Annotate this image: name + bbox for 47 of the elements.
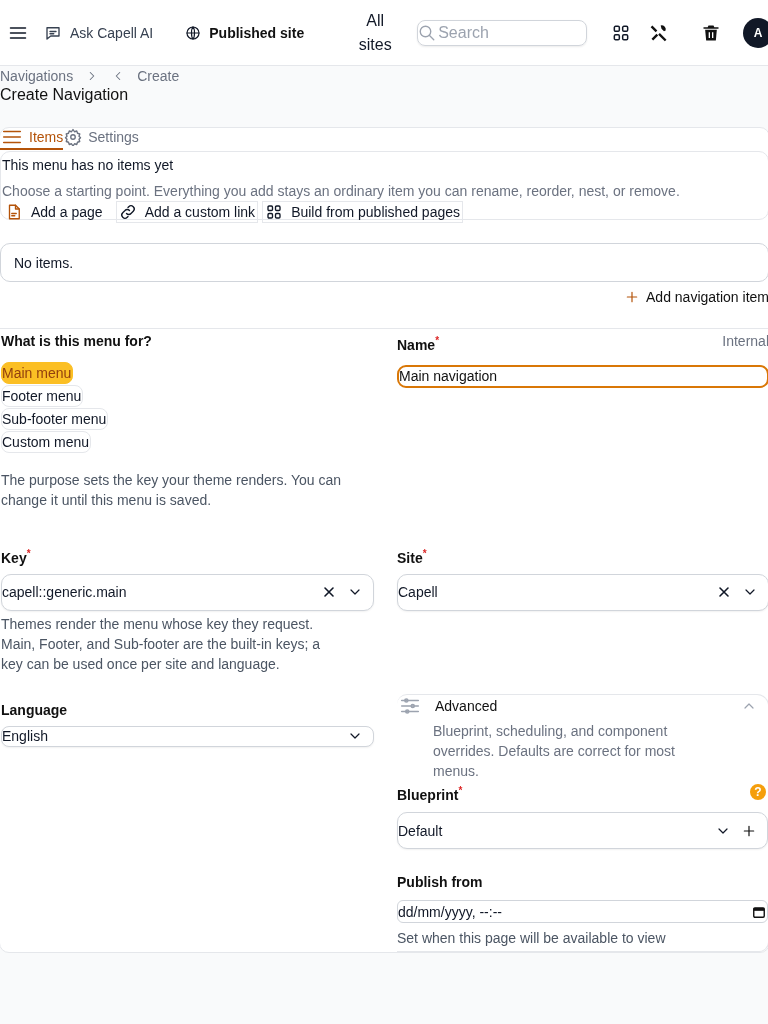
ask-ai-link[interactable]: Ask Capell AI [44,23,154,42]
tab[interactable]: Items [0,126,64,150]
calendar-icon[interactable] [752,904,766,919]
help-text: Themes render the menu whose key they request. Main, Footer, and Sub-footer are the built-in keys; a key can be used once per site and language. [1,614,322,674]
field-label: Publish from [397,874,483,891]
advanced-toggle[interactable]: Advanced [397,694,768,717]
search-field[interactable]: Search [417,19,588,46]
gear-icon [64,128,83,146]
help-text: Set when this page will be available to view [397,929,667,949]
language-select[interactable]: English [1,725,374,747]
user-avatar[interactable]: A [743,17,768,48]
blueprint-select[interactable]: Default [397,812,768,850]
date-time-field[interactable]: dd/mm/yyyy, --:-- [397,900,768,924]
link-icon [118,203,137,221]
empty-state-title: This menu has no items yet [2,156,175,174]
field-label: Name$^{*}$ [397,334,440,355]
tab[interactable]: Settings [63,126,139,150]
advanced-description: Blueprint, scheduling, and component overrides. Defaults are correct for most menus. [433,721,676,781]
grid-icon [265,203,284,221]
globe-icon [185,24,202,41]
field-label: What is this menu for? [1,333,152,349]
search-input[interactable]: Search [438,23,579,42]
field-label: Blueprint$^{*}$ [397,783,463,805]
site-select[interactable]: Capell [397,573,768,611]
search-icon [418,23,437,42]
add-navigation-item-button[interactable]: Add navigation item [624,289,768,305]
empty-state-description: Choose a starting point. Everything you add stays an ordinary item you can rename, reorder, nest, or remove. [2,182,681,200]
page-title: Create Navigation [0,85,130,105]
breadcrumb-current: Create [137,68,180,84]
field-label: Key$^{*}$ [1,549,31,566]
field-label: Site$^{*}$ [397,549,427,566]
starting-point-button[interactable]: Build from published pages [262,201,463,223]
empty-items-text: No items. [14,254,74,271]
field-label: Language [1,701,68,718]
field-hint: Internal [722,332,768,351]
breadcrumb-link[interactable]: Navigations [0,68,74,84]
published-site-link[interactable]: Published site [185,24,305,41]
purpose-option[interactable]: Sub-footer menu [1,408,109,430]
purpose-option[interactable]: Footer menu [1,385,84,407]
site-switcher[interactable]: All sites [349,8,402,57]
purpose-option[interactable]: Main menu [1,362,74,384]
help-text: The purpose sets the key your theme renders. You can change it until this menu is saved. [1,471,343,510]
starting-point-button[interactable]: Add a page [2,201,106,223]
key-select[interactable]: capell::generic.main [1,573,374,611]
starting-point-button[interactable]: Add a custom link [115,201,259,223]
name-input[interactable]: Main navigation [397,364,768,388]
purpose-option[interactable]: Custom menu [1,431,92,453]
